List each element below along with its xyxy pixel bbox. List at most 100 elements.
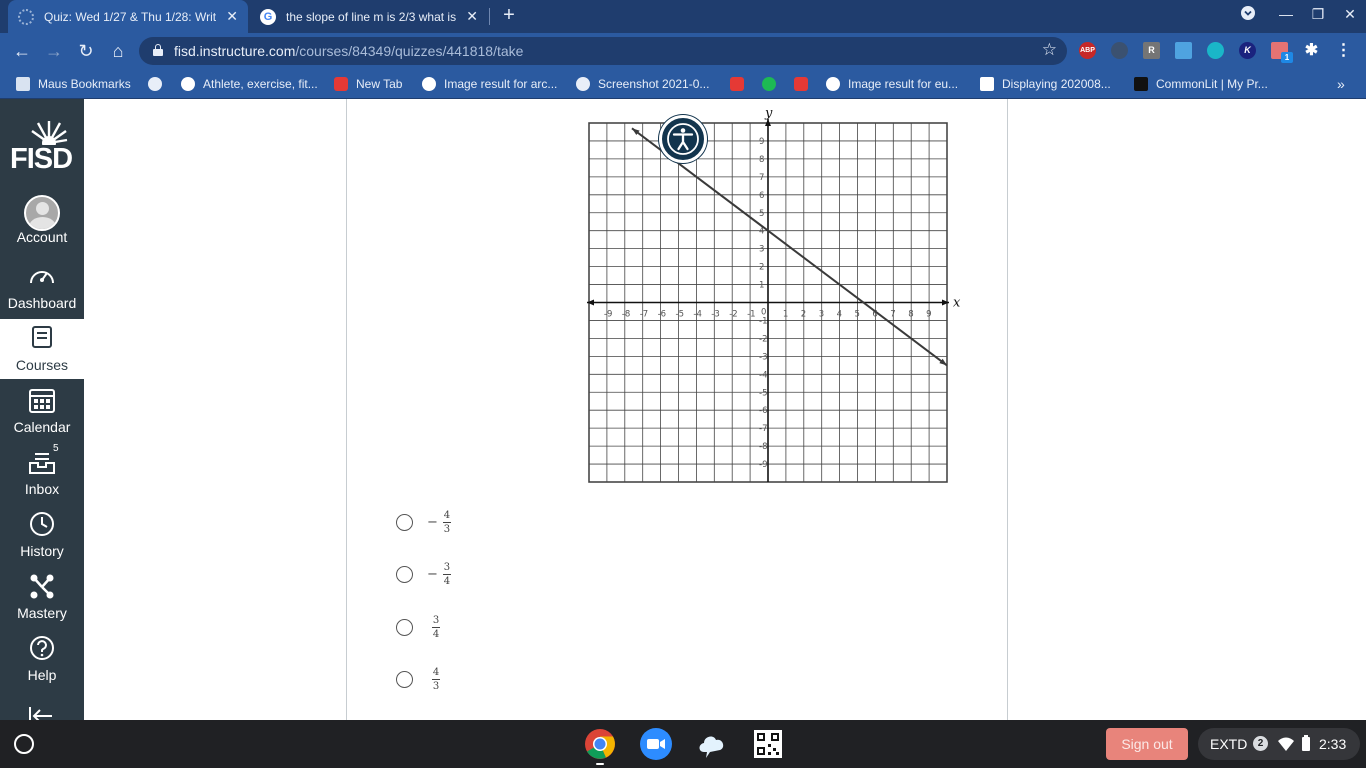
calendar-icon bbox=[29, 389, 55, 413]
radio-button[interactable] bbox=[396, 565, 413, 583]
close-icon[interactable]: ✕ bbox=[466, 8, 478, 25]
answer-option[interactable]: −4 3 bbox=[396, 502, 451, 542]
extension-k-icon[interactable]: K bbox=[1239, 42, 1256, 59]
bookmark-item[interactable]: Athlete, exercise, fit... bbox=[181, 75, 318, 93]
y-tick-label: 9 bbox=[759, 137, 764, 147]
radio-button[interactable] bbox=[396, 618, 413, 636]
tab-search-icon[interactable] bbox=[1238, 6, 1258, 23]
x-tick-label: 8 bbox=[908, 310, 913, 320]
y-tick-label: -8 bbox=[759, 442, 767, 452]
inbox-icon bbox=[29, 453, 55, 474]
bookmark-item[interactable] bbox=[730, 75, 752, 93]
extension-download-icon[interactable] bbox=[1175, 42, 1192, 59]
reload-button[interactable]: ↻ bbox=[75, 40, 97, 62]
extension-icon[interactable] bbox=[1111, 42, 1128, 59]
lock-icon bbox=[153, 44, 163, 56]
more-bookmarks-icon[interactable]: » bbox=[1337, 75, 1345, 93]
bookmark-item[interactable] bbox=[762, 75, 784, 93]
bookmarks-bar: Maus Bookmarks Athlete, exercise, fit...… bbox=[0, 69, 1366, 99]
display-mode-label: EXTD bbox=[1210, 736, 1248, 752]
nav-inbox[interactable]: 5 Inbox bbox=[0, 443, 84, 503]
bookmark-item[interactable]: Image result for arc... bbox=[422, 75, 557, 93]
google-icon: G bbox=[260, 8, 276, 25]
close-window-button[interactable]: ✕ bbox=[1340, 6, 1360, 23]
radio-button[interactable] bbox=[396, 670, 413, 688]
y-tick-label: -4 bbox=[759, 370, 767, 380]
wifi-icon bbox=[1278, 737, 1294, 751]
sign-out-button[interactable]: Sign out bbox=[1106, 728, 1188, 760]
minimize-button[interactable]: — bbox=[1276, 6, 1296, 22]
close-icon[interactable]: ✕ bbox=[226, 8, 238, 25]
restore-button[interactable]: ❐ bbox=[1308, 6, 1328, 23]
notification-count: 2 bbox=[1253, 736, 1268, 751]
x-tick-label: -8 bbox=[622, 310, 630, 320]
bookmark-folder[interactable]: Maus Bookmarks bbox=[16, 75, 131, 93]
globe-icon bbox=[576, 77, 590, 91]
status-tray[interactable]: EXTD 2 2:33 bbox=[1198, 728, 1360, 760]
x-tick-label: -3 bbox=[711, 310, 719, 320]
x-tick-label: 7 bbox=[890, 310, 895, 320]
inbox-badge: 5 bbox=[53, 443, 59, 454]
address-bar[interactable]: fisd.instructure.com/courses/84349/quizz… bbox=[139, 37, 1067, 65]
nav-help[interactable]: Help bbox=[0, 629, 84, 689]
y-tick-label: -2 bbox=[759, 334, 767, 344]
bookmark-item[interactable] bbox=[794, 75, 816, 93]
loading-icon bbox=[18, 8, 34, 25]
nav-history[interactable]: History bbox=[0, 505, 84, 565]
tab-google-search[interactable]: G the slope of line m is 2/3 what is ✕ bbox=[250, 0, 488, 33]
help-icon bbox=[30, 636, 54, 660]
courses-icon bbox=[32, 326, 52, 348]
nav-account[interactable]: Account bbox=[0, 193, 84, 251]
nav-calendar[interactable]: Calendar bbox=[0, 381, 84, 441]
new-tab-button[interactable]: + bbox=[498, 4, 520, 26]
x-tick-label: -9 bbox=[604, 310, 612, 320]
x-tick-label: -5 bbox=[676, 310, 684, 320]
google-icon bbox=[826, 77, 840, 91]
home-button[interactable]: ⌂ bbox=[107, 40, 129, 62]
extension-count-badge: 1 bbox=[1281, 52, 1293, 63]
chrome-app-icon[interactable] bbox=[584, 728, 616, 760]
nav-label: History bbox=[20, 543, 64, 559]
y-tick-label: -1 bbox=[759, 316, 767, 326]
accessibility-button[interactable] bbox=[659, 115, 707, 163]
answer-option[interactable]: 34 bbox=[396, 607, 440, 647]
launcher-button[interactable] bbox=[14, 734, 34, 754]
bookmark-item[interactable]: Displaying 202008... bbox=[980, 75, 1111, 93]
cloud-app-icon[interactable] bbox=[696, 728, 728, 760]
fisd-logo[interactable]: FISD bbox=[8, 117, 76, 177]
tab-quiz[interactable]: Quiz: Wed 1/27 & Thu 1/28: Writ ✕ bbox=[8, 0, 248, 33]
answer-option[interactable]: 43 bbox=[396, 659, 440, 699]
bookmark-item[interactable] bbox=[148, 75, 170, 93]
x-tick-label: -2 bbox=[729, 310, 737, 320]
y-tick-label: -9 bbox=[759, 460, 767, 470]
globe-icon bbox=[148, 77, 162, 91]
battery-icon bbox=[1302, 735, 1310, 751]
puzzle-icon[interactable]: ✱ bbox=[1303, 42, 1320, 59]
extension-r-icon[interactable]: R bbox=[1143, 42, 1160, 59]
answer-option[interactable]: −3 4 bbox=[396, 554, 451, 594]
adblock-plus-icon[interactable]: ABP bbox=[1079, 42, 1096, 59]
bookmark-star-icon[interactable]: ☆ bbox=[1042, 40, 1057, 60]
book-icon bbox=[1134, 77, 1148, 91]
x-tick-label: 9 bbox=[926, 310, 931, 320]
bookmark-item[interactable]: CommonLit | My Pr... bbox=[1134, 75, 1268, 93]
radio-button[interactable] bbox=[396, 513, 413, 531]
bookmark-item[interactable]: New Tab bbox=[334, 75, 402, 93]
collapse-nav-button[interactable] bbox=[0, 699, 84, 720]
menu-icon[interactable]: ⋮ bbox=[1335, 42, 1352, 59]
extension-shield-icon[interactable] bbox=[1207, 42, 1224, 59]
back-button[interactable]: ← bbox=[11, 40, 33, 62]
bookmark-item[interactable]: Image result for eu... bbox=[826, 75, 958, 93]
nav-dashboard[interactable]: Dashboard bbox=[0, 257, 84, 317]
spotify-icon bbox=[762, 77, 776, 91]
coordinate-graph: x y -9 -9 -8 -8 -7 -7 -6 -6 -5 -5 -4 -4 -3 -3 -2 -2 -1 -1 1 1… bbox=[587, 106, 961, 483]
bookmark-item[interactable]: Screenshot 2021-0... bbox=[576, 75, 709, 93]
zoom-app-icon[interactable] bbox=[640, 728, 672, 760]
qr-code-app-icon[interactable] bbox=[752, 728, 784, 760]
nav-label: Dashboard bbox=[7, 295, 77, 311]
nav-courses[interactable]: Courses bbox=[0, 319, 84, 379]
forward-button[interactable]: → bbox=[43, 40, 65, 62]
dashboard-icon bbox=[30, 271, 54, 284]
nav-mastery[interactable]: Mastery bbox=[0, 567, 84, 627]
x-tick-label: 5 bbox=[855, 310, 860, 320]
